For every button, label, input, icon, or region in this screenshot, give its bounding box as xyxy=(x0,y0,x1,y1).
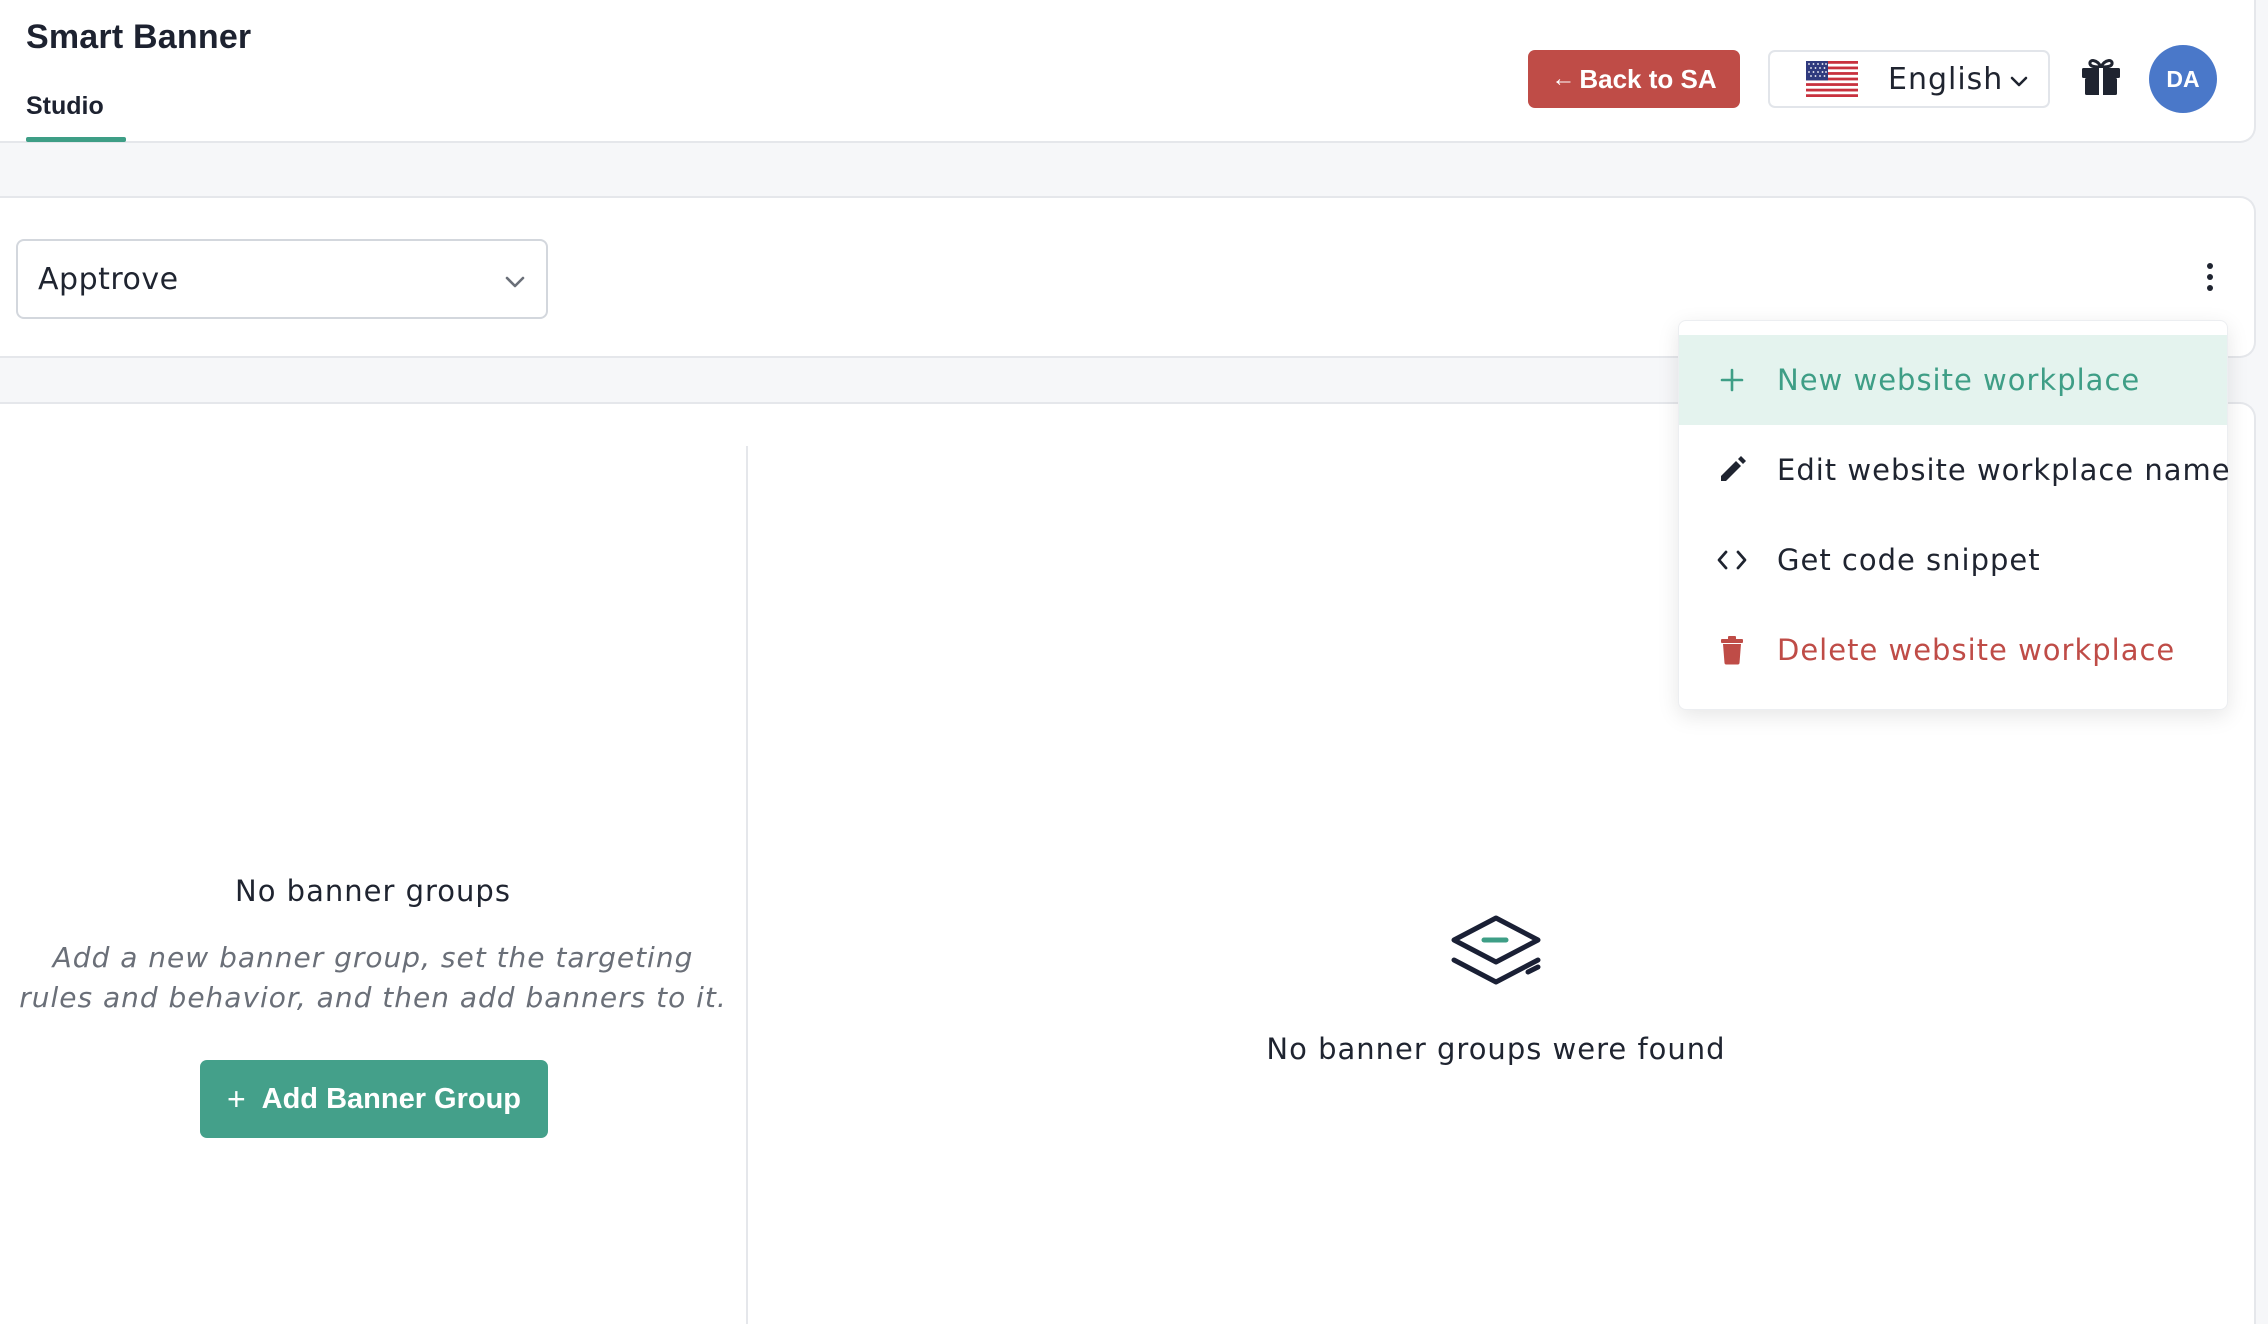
menu-item-delete-workplace[interactable]: Delete website workplace xyxy=(1679,605,2227,695)
add-banner-group-button[interactable]: + Add Banner Group xyxy=(200,1060,548,1138)
plus-icon xyxy=(1715,363,1749,397)
back-to-sa-label: Back to SA xyxy=(1579,63,1717,94)
menu-item-label: Edit website workplace name xyxy=(1777,453,2231,487)
user-avatar[interactable]: DA xyxy=(2149,45,2217,113)
workplace-select-value: Apptrove xyxy=(38,261,179,297)
workplace-actions-menu: New website workplace Edit website workp… xyxy=(1678,320,2230,710)
kebab-dot xyxy=(2207,274,2213,280)
kebab-dot xyxy=(2207,263,2213,269)
tab-studio-label: Studio xyxy=(26,92,104,120)
menu-item-label: Get code snippet xyxy=(1777,543,2041,577)
gift-icon[interactable] xyxy=(2080,56,2122,96)
menu-item-new-workplace[interactable]: New website workplace xyxy=(1679,335,2227,425)
page: Smart Banner Studio ← Back to SA English… xyxy=(0,0,2268,1324)
layers-icon xyxy=(1451,915,1541,985)
plus-icon: + xyxy=(226,1080,246,1117)
tab-active-indicator xyxy=(26,137,126,142)
code-icon xyxy=(1715,543,1749,577)
menu-item-edit-workplace[interactable]: Edit website workplace name xyxy=(1679,425,2230,515)
empty-detail-title: No banner groups were found xyxy=(1266,1032,1726,1066)
us-flag-icon xyxy=(1806,61,1858,97)
empty-groups-description: Add a new banner group, set the targetin… xyxy=(19,941,727,1014)
menu-item-label: Delete website workplace xyxy=(1777,633,2176,667)
trash-icon xyxy=(1715,633,1749,667)
chevron-down-icon xyxy=(505,276,525,288)
column-divider xyxy=(746,446,748,1324)
chevron-down-icon xyxy=(2010,76,2028,87)
kebab-menu-icon[interactable] xyxy=(2190,254,2230,300)
pencil-icon xyxy=(1715,453,1749,487)
app-title: Smart Banner xyxy=(26,18,252,56)
language-label: English xyxy=(1888,61,2004,97)
back-to-sa-button[interactable]: ← Back to SA xyxy=(1528,50,1740,108)
arrow-left-icon: ← xyxy=(1551,65,1576,92)
menu-item-label: New website workplace xyxy=(1777,363,2141,397)
app-header: Smart Banner Studio ← Back to SA English… xyxy=(0,0,2256,143)
workplace-select[interactable]: Apptrove xyxy=(16,239,548,319)
menu-item-code-snippet[interactable]: Get code snippet xyxy=(1679,515,2227,605)
empty-groups-title: No banner groups xyxy=(235,874,511,908)
kebab-dot xyxy=(2207,285,2213,291)
language-select[interactable]: English xyxy=(1768,50,2050,108)
tab-studio[interactable]: Studio xyxy=(26,92,126,142)
banner-groups-empty-state: No banner groups Add a new banner group,… xyxy=(0,874,746,1018)
add-banner-group-label: Add Banner Group xyxy=(261,1082,522,1115)
